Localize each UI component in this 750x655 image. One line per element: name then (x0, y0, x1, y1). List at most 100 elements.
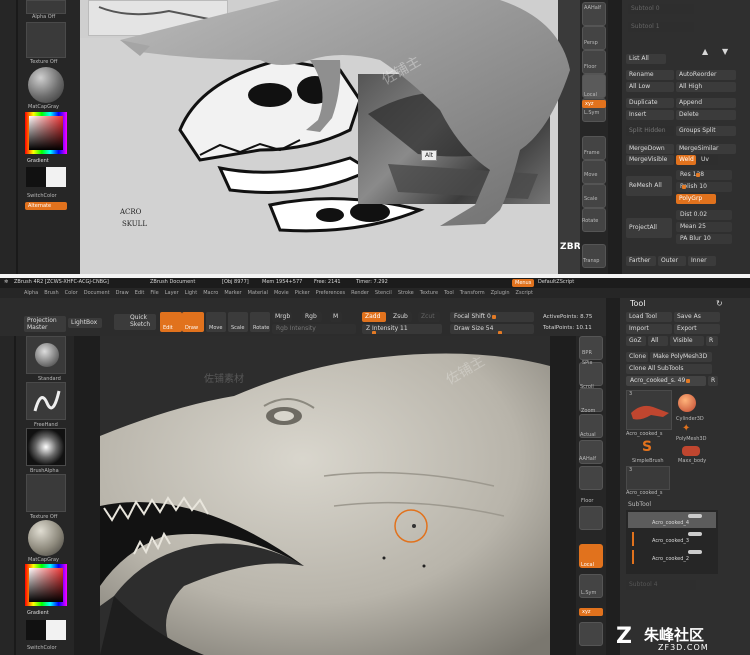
menu-item-brush[interactable]: Brush (44, 290, 58, 296)
menu-item-picker[interactable]: Picker (295, 290, 310, 296)
import-button[interactable]: Import (626, 324, 672, 334)
zsub-button[interactable]: Zsub (390, 312, 412, 322)
maxx-body-icon[interactable] (682, 446, 700, 456)
alpha-slot[interactable] (26, 0, 66, 14)
m-button[interactable]: M (330, 312, 342, 322)
main-color-swatch-bottom[interactable] (26, 620, 46, 640)
rotate-button[interactable]: Rotate (250, 312, 270, 332)
mean-slider[interactable]: Mean 25 (676, 222, 732, 232)
menu-item-file[interactable]: File (150, 290, 158, 296)
weld-button[interactable]: Weld (676, 155, 696, 165)
switch-color-label[interactable]: SwitchColor (27, 193, 57, 199)
res-slider-knob[interactable] (696, 173, 700, 177)
menu-item-movie[interactable]: Movie (274, 290, 289, 296)
list-all-button[interactable]: List All (626, 54, 666, 64)
cylinder-icon[interactable] (678, 394, 696, 412)
res-slider[interactable]: Res 128 (676, 170, 732, 180)
alternate-button[interactable]: Alternate (25, 202, 67, 210)
all-button[interactable]: All (648, 336, 668, 346)
r-button-2[interactable]: R (708, 376, 718, 386)
focal-shift-knob[interactable] (492, 315, 496, 319)
zbrush-logo-icon[interactable]: ✲ (4, 280, 8, 285)
uv-button[interactable]: Uv (698, 155, 718, 165)
auto-reorder-button[interactable]: AutoReorder (676, 70, 736, 80)
stroke-slot[interactable] (26, 382, 66, 420)
color-field[interactable] (29, 116, 63, 150)
remesh-all-button[interactable]: ReMesh All (626, 176, 672, 196)
xyz-button-bottom[interactable]: xyz (579, 608, 603, 616)
menu-item-marker[interactable]: Marker (224, 290, 241, 296)
merge-down-button[interactable]: MergeDown (626, 144, 674, 154)
aahalf-icon-bottom[interactable] (579, 466, 603, 490)
persp-icon[interactable] (582, 26, 606, 50)
main-color-swatch[interactable] (26, 167, 46, 187)
eye-icon[interactable] (688, 514, 702, 518)
rgb-button[interactable]: Rgb (302, 312, 322, 322)
polish-slider[interactable]: Polish 10 (676, 182, 732, 192)
clone-all-subtools-button[interactable]: Clone All SubTools (626, 364, 712, 374)
menu-item-light[interactable]: Light (185, 290, 197, 296)
polygrp-button[interactable]: PolyGrp (676, 194, 716, 204)
floor-icon[interactable] (582, 50, 606, 74)
menus-button[interactable]: Menus (512, 279, 535, 287)
texture-slot[interactable] (26, 22, 66, 58)
polymesh-star-icon[interactable]: ✦ (682, 424, 690, 434)
material-sphere-bottom[interactable] (28, 520, 64, 556)
polish-slider-knob[interactable] (682, 185, 686, 189)
all-high-button[interactable]: All High (676, 82, 736, 92)
tool-thumb-main[interactable]: 3 (626, 390, 672, 430)
lightbox-button[interactable]: LightBox (68, 318, 102, 328)
merge-similar-button[interactable]: MergeSimilar (676, 144, 736, 154)
menu-item-transform[interactable]: Transform (460, 290, 485, 296)
simplebrush-icon[interactable]: S (642, 440, 652, 454)
menu-item-material[interactable]: Material (248, 290, 268, 296)
secondary-color-swatch[interactable] (46, 167, 66, 187)
arrow-up-icon[interactable]: ▲ (702, 48, 708, 56)
xyz-button[interactable]: xyz (582, 100, 606, 108)
texture-slot-bottom[interactable] (26, 474, 66, 512)
edit-button[interactable]: Edit (160, 312, 182, 332)
color-picker[interactable] (25, 112, 67, 154)
move-button[interactable]: Move (206, 312, 226, 332)
insert-button[interactable]: Insert (626, 110, 674, 120)
eye-icon[interactable] (688, 550, 702, 554)
draw-size-slider[interactable]: Draw Size 54 (450, 324, 534, 334)
make-polymesh-button[interactable]: Make PolyMesh3D (650, 352, 712, 362)
z-intensity-slider[interactable]: Z Intensity 11 (362, 324, 442, 334)
reference-canvas[interactable]: ACRO SKULL Alt 佐铺主 ZBRUSH WORKSHOPS (80, 0, 674, 274)
frame-icon-bottom[interactable] (579, 622, 603, 646)
tool-panel-header[interactable]: Tool (630, 300, 646, 308)
focal-shift-slider[interactable]: Focal Shift 0 (450, 312, 534, 322)
visible-button[interactable]: Visible (670, 336, 704, 346)
delete-button[interactable]: Delete (676, 110, 736, 120)
inner-button[interactable]: Inner (688, 256, 716, 266)
export-button[interactable]: Export (674, 324, 720, 334)
scale-button[interactable]: Scale (228, 312, 248, 332)
load-tool-button[interactable]: Load Tool (626, 312, 672, 322)
project-all-button[interactable]: ProjectAll (626, 218, 672, 238)
rgb-intensity-slider[interactable]: Rgb Intensity (272, 324, 356, 334)
menu-item-stencil[interactable]: Stencil (375, 290, 392, 296)
draw-size-knob[interactable] (498, 331, 502, 334)
all-low-button[interactable]: All Low (626, 82, 674, 92)
menu-item-stroke[interactable]: Stroke (398, 290, 414, 296)
menu-item-alpha[interactable]: Alpha (24, 290, 38, 296)
farther-button[interactable]: Farther (626, 256, 656, 266)
projection-master-button[interactable]: Projection Master (24, 316, 66, 332)
secondary-color-swatch-bottom[interactable] (46, 620, 66, 640)
sculpt-canvas[interactable]: 佐铺主 佐铺素材 (74, 336, 576, 655)
dino-head-sculpt[interactable] (74, 336, 576, 655)
zcut-button[interactable]: Zcut (418, 312, 440, 322)
menu-item-document[interactable]: Document (84, 290, 110, 296)
frame-icon[interactable] (582, 136, 606, 160)
menu-item-edit[interactable]: Edit (135, 290, 145, 296)
current-tool-knob[interactable] (686, 379, 690, 383)
pa-blur-slider[interactable]: PA Blur 10 (676, 234, 732, 244)
color-field-bottom[interactable] (29, 568, 63, 602)
menu-item-layer[interactable]: Layer (165, 290, 179, 296)
subtool-row-active[interactable]: Acro_cooked_4 (628, 512, 716, 528)
split-hidden-button[interactable]: Split Hidden (626, 126, 674, 136)
arrow-down-icon[interactable]: ▼ (722, 48, 728, 56)
subtool-row[interactable]: Acro_cooked_3 (628, 530, 716, 546)
menu-item-color[interactable]: Color (65, 290, 78, 296)
